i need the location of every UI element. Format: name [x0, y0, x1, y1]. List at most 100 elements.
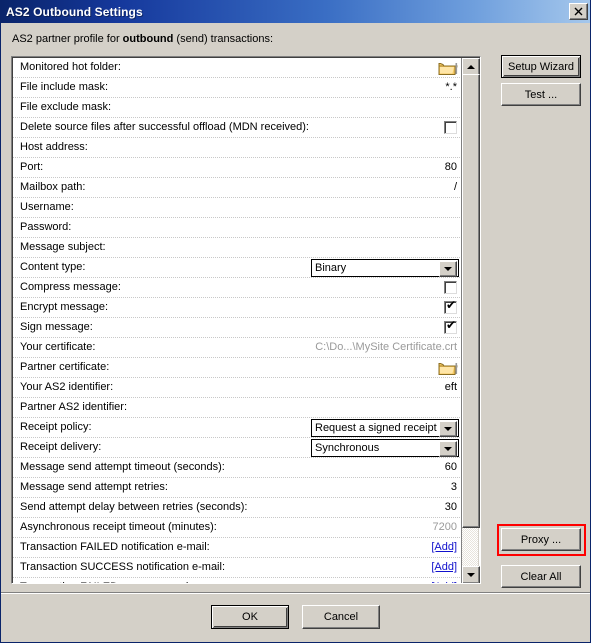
table-row[interactable]: Transaction FAILED notification e-mail: [… [13, 538, 464, 558]
setting-label: Password: [20, 221, 72, 233]
setting-label: File include mask: [20, 81, 109, 93]
dropdown-selected-value: Synchronous [315, 442, 380, 454]
chevron-down-icon[interactable] [439, 261, 457, 277]
dialog-subtitle: AS2 partner profile for outbound (send) … [12, 33, 273, 45]
table-row[interactable]: Send attempt delay between retries (seco… [13, 498, 464, 518]
table-row[interactable]: Asynchronous receipt timeout (minutes): 7… [13, 518, 464, 538]
table-row[interactable]: Partner certificate: [13, 358, 464, 378]
table-row[interactable]: Message send attempt timeout (seconds): 6… [13, 458, 464, 478]
table-row[interactable]: Username: [13, 198, 464, 218]
test-button[interactable]: Test ... [501, 83, 581, 106]
scrollbar-thumb[interactable] [462, 74, 480, 528]
subtitle-prefix: AS2 partner profile for [12, 33, 123, 45]
table-row[interactable]: Partner AS2 identifier: [13, 398, 464, 418]
title-bar: AS2 Outbound Settings [1, 0, 590, 23]
setting-label: Transaction SUCCESS notification e-mail: [20, 561, 226, 573]
setting-label: Message send attempt timeout (seconds): [20, 461, 225, 473]
setting-label: Your AS2 identifier: [20, 381, 114, 393]
setting-value: 30 [444, 501, 457, 513]
setting-label: Partner certificate: [20, 361, 110, 373]
table-row[interactable]: Receipt delivery: Synchronous [13, 438, 464, 458]
window-title: AS2 Outbound Settings [6, 4, 143, 19]
table-row[interactable]: Message subject: [13, 238, 464, 258]
setting-label: Mailbox path: [20, 181, 86, 193]
table-row[interactable]: File exclude mask: [13, 98, 464, 118]
setting-label: Username: [20, 201, 74, 213]
setting-label: Receipt policy: [20, 421, 92, 433]
setting-value: C:\Do...\MySite Certificate.crt [315, 341, 457, 353]
table-row[interactable]: Encrypt message: ✔ [13, 298, 464, 318]
setting-label: Send attempt delay between retries (seco… [20, 501, 248, 513]
table-row[interactable]: Your certificate: C:\Do...\MySite Certifi… [13, 338, 464, 358]
ok-button[interactable]: OK [211, 605, 289, 629]
table-row[interactable]: Password: [13, 218, 464, 238]
setting-label: Host address: [20, 141, 88, 153]
scrollbar-track[interactable] [462, 74, 480, 568]
setting-label: Your certificate: [20, 341, 96, 353]
setting-dropdown[interactable]: Synchronous [311, 439, 459, 457]
setting-label: Port: [20, 161, 44, 173]
table-row[interactable]: Your AS2 identifier: eft [13, 378, 464, 398]
table-row[interactable]: Content type: Binary [13, 258, 464, 278]
setting-label: Content type: [20, 261, 86, 273]
setting-label: Message subject: [20, 241, 106, 253]
setting-checkbox[interactable]: ✔ [444, 319, 457, 334]
clear-all-button[interactable]: Clear All [501, 565, 581, 588]
setting-value: 7200 [432, 521, 457, 533]
table-row[interactable]: Sign message: ✔ [13, 318, 464, 338]
setting-value: 60 [444, 461, 457, 473]
folder-browse-icon[interactable] [438, 60, 458, 76]
as2-outbound-settings-dialog: AS2 Outbound Settings AS2 partner profil… [0, 0, 591, 643]
add-link[interactable]: [Add] [431, 541, 457, 553]
setting-label: Encrypt message: [20, 301, 109, 313]
setting-value: 80 [444, 161, 457, 173]
footer-separator [1, 592, 590, 594]
chevron-down-icon[interactable] [439, 421, 457, 437]
folder-browse-icon[interactable] [438, 360, 458, 376]
scroll-down-icon[interactable] [462, 566, 480, 583]
setting-label: Transaction FAILED run command: [20, 581, 191, 583]
settings-grid: Monitored hot folder: File include mask: *… [11, 56, 481, 584]
table-row[interactable]: Transaction SUCCESS notification e-mail:… [13, 558, 464, 578]
dropdown-selected-value: Binary [315, 262, 347, 274]
setup-wizard-button[interactable]: Setup Wizard [501, 55, 581, 78]
table-row[interactable]: Compress message: [13, 278, 464, 298]
setting-label: Monitored hot folder: [20, 61, 121, 73]
setting-checkbox[interactable]: ✔ [444, 298, 457, 314]
table-row[interactable]: File include mask: *.* [13, 78, 464, 98]
grid-vertical-scrollbar[interactable] [461, 58, 480, 583]
table-row[interactable]: Receipt policy: Request a signed receipt [13, 418, 464, 438]
chevron-down-icon[interactable] [439, 441, 457, 457]
add-link[interactable]: [Add] [431, 581, 457, 583]
setting-label: Asynchronous receipt timeout (minutes): [20, 521, 217, 533]
table-row[interactable]: Host address: [13, 138, 464, 158]
setting-label: Partner AS2 identifier: [20, 401, 128, 413]
settings-grid-rows: Monitored hot folder: File include mask: *… [13, 58, 464, 583]
table-row[interactable]: Port: 80 [13, 158, 464, 178]
close-icon[interactable] [569, 3, 588, 20]
table-row[interactable]: Monitored hot folder: [13, 58, 464, 78]
table-row[interactable]: Message send attempt retries: 3 [13, 478, 464, 498]
subtitle-emphasis: outbound [122, 33, 174, 45]
setting-value: 3 [450, 481, 457, 493]
setting-dropdown[interactable]: Request a signed receipt [311, 419, 459, 437]
proxy-button[interactable]: Proxy ... [501, 528, 581, 551]
setting-label: Compress message: [20, 281, 121, 293]
setting-label: Delete source files after successful off… [20, 121, 309, 133]
setting-label: File exclude mask: [20, 101, 112, 113]
add-link[interactable]: [Add] [431, 561, 457, 573]
setting-label: Transaction FAILED notification e-mail: [20, 541, 210, 553]
setting-checkbox[interactable] [444, 281, 457, 294]
table-row[interactable]: Mailbox path: / [13, 178, 464, 198]
setting-label: Receipt delivery: [20, 441, 102, 453]
setting-label: Sign message: [20, 321, 93, 333]
table-row[interactable]: Transaction FAILED run command: [Add] [13, 578, 464, 583]
setting-value: eft [444, 381, 457, 393]
cancel-button[interactable]: Cancel [302, 605, 380, 629]
table-row[interactable]: Delete source files after successful off… [13, 118, 464, 138]
setting-checkbox[interactable] [444, 121, 457, 134]
setting-value: / [453, 181, 457, 193]
setting-label: Message send attempt retries: [20, 481, 168, 493]
checkmark-icon: ✔ [446, 298, 457, 312]
setting-dropdown[interactable]: Binary [311, 259, 459, 277]
